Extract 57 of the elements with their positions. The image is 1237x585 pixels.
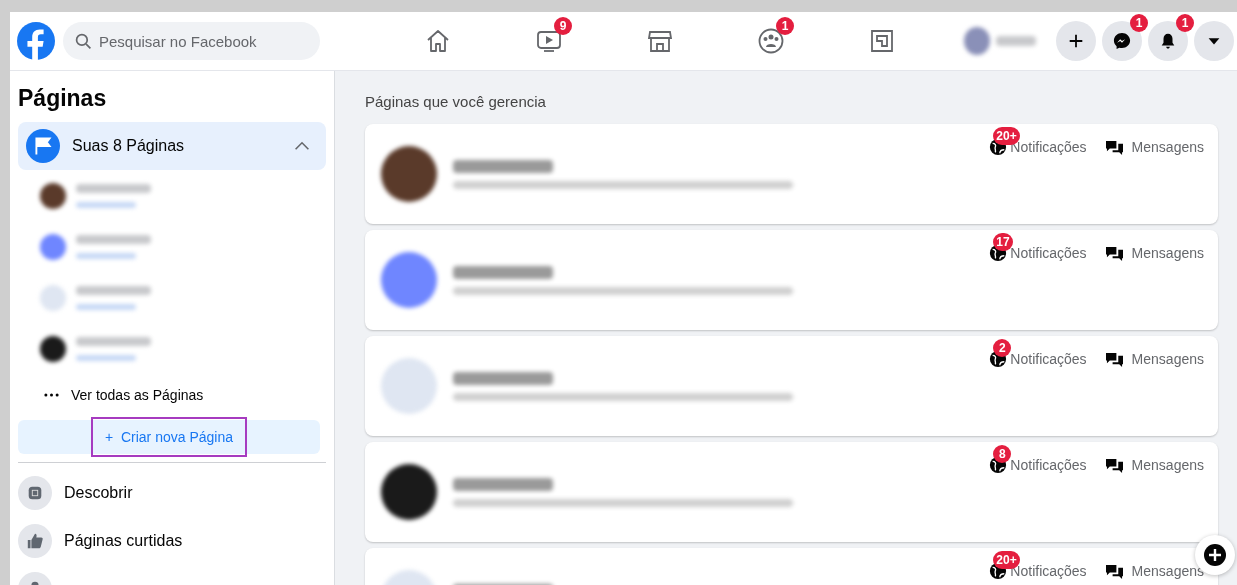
thumbs-up-icon [18,524,52,558]
video-icon [535,28,562,54]
more-icon [44,393,59,397]
chat-icon [1104,350,1124,368]
blurred-text [76,354,136,361]
sidebar-menu-item[interactable]: Descobrir [18,469,326,517]
chat-icon [1104,562,1124,580]
notification-badge: 1 [1176,14,1194,32]
plus-icon [1203,543,1227,567]
create-button[interactable] [1056,21,1096,61]
sidebar-title: Páginas [18,85,108,112]
see-all-link[interactable]: Ver todas as Páginas [18,374,326,416]
messages-link[interactable]: Mensagens [1104,350,1204,368]
bell-icon [1159,32,1177,50]
blurred-text [996,36,1036,46]
menu-label: Descobrir [64,484,133,502]
section-label: Suas 8 Páginas [72,137,186,155]
blurred-text [76,303,136,310]
search-icon [75,33,92,50]
notification-badge: 2 [993,339,1012,357]
nav-tab[interactable]: 1 [715,16,826,54]
page-card[interactable]: Notificações 20+ Mensagens [365,548,1218,585]
page-card[interactable]: Notificações 17 Mensagens [365,230,1218,330]
blurred-text [76,252,136,259]
chat-icon [1104,138,1124,156]
chat-icon [1104,244,1124,262]
plus-icon [1067,32,1085,50]
account-menu-button[interactable] [1194,21,1234,61]
chat-icon [1104,456,1124,474]
group-icon [757,28,784,54]
sidebar-menu-item[interactable]: Páginas curtidas [18,517,326,565]
messages-link[interactable]: Mensagens [1104,244,1204,262]
highlight-frame: + Criar nova Página [91,417,247,457]
see-all-label: Ver todas as Páginas [71,387,204,403]
notification-badge: 1 [776,17,794,35]
page-card[interactable]: Notificações 20+ Mensagens [365,124,1218,224]
messages-link[interactable]: Mensagens [1104,562,1204,580]
messenger-icon [1113,32,1131,50]
notification-badge: 9 [554,17,572,35]
page-card[interactable]: Notificações 2 Mensagens [365,336,1218,436]
blurred-text [76,201,136,208]
page-card[interactable]: Notificações 8 Mensagens [365,442,1218,542]
chevron-icon [294,141,310,151]
section-heading: Páginas que você gerencia [365,93,547,110]
nav-tab[interactable]: 9 [493,16,604,54]
menu-label: Páginas curtidas [64,532,183,550]
notification-badge: 1 [1130,14,1148,32]
flag-icon [26,129,60,163]
messages-link[interactable]: Mensagens [1104,138,1204,156]
create-page-button[interactable]: + Criar nova Página [18,420,320,454]
search-field[interactable]: Pesquisar no Facebook [63,22,320,60]
messages-link[interactable]: Mensagens [1104,456,1204,474]
store-icon [646,28,673,54]
profile-chip[interactable] [964,27,1036,55]
notification-badge: 8 [993,445,1012,463]
pages-section-header[interactable]: Suas 8 Páginas [18,122,326,170]
logo-icon[interactable] [17,22,55,60]
